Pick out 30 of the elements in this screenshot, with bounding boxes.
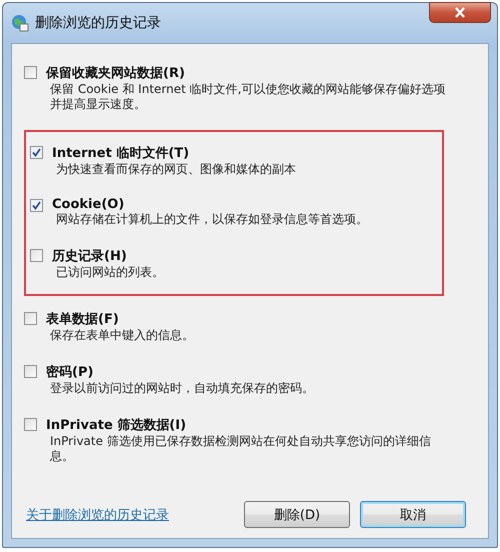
checkbox[interactable] — [30, 249, 43, 262]
dialog-button[interactable]: 取消 — [360, 501, 466, 528]
option-label: 保留收藏夹网站数据(R) — [46, 65, 186, 82]
option-description: 保存在表单中键入的信息。 — [49, 328, 195, 343]
globe-icon — [11, 14, 29, 32]
checkbox[interactable] — [24, 418, 37, 431]
checkmark-icon — [32, 201, 41, 210]
option-label: Cookie(O) — [52, 197, 126, 212]
option-label: Internet 临时文件(T) — [52, 144, 190, 162]
checkbox[interactable] — [24, 66, 37, 79]
dialog-button[interactable]: 删除(D) — [244, 501, 350, 528]
option-label: 表单数据(F) — [46, 311, 120, 328]
option-label: 密码(P) — [46, 364, 94, 381]
checkmark-icon — [32, 148, 41, 157]
option-label: 历史记录(H) — [52, 248, 128, 265]
close-icon — [454, 7, 466, 18]
option-description: 网站存储在计算机上的文件，以保存如登录信息等首选项。 — [55, 212, 369, 227]
option-description: InPrivate 筛选使用已保存数据检测网站在何处自动共享您访问的详细信息。 — [49, 434, 432, 464]
help-link[interactable]: 关于删除浏览的历史记录 — [26, 506, 169, 524]
option-description: 保留 Cookie 和 Internet 临时文件,可以使您收藏的网站能够保存偏好选项并提高显示速度。 — [49, 82, 446, 112]
checkbox[interactable] — [24, 312, 37, 325]
option-description: 为快速查看而保存的网页、图像和媒体的副本 — [55, 162, 297, 177]
option-description: 已访问网站的列表。 — [55, 265, 165, 280]
checkbox[interactable] — [30, 199, 43, 212]
option-label: InPrivate 筛选数据(I) — [46, 417, 188, 434]
window-title: 删除浏览的历史记录 — [35, 14, 161, 32]
checkbox[interactable] — [24, 365, 37, 378]
checkbox[interactable] — [30, 146, 43, 159]
option-description: 登录以前访问过的网站时，自动填充保存的密码。 — [49, 381, 315, 396]
close-button[interactable] — [429, 2, 491, 23]
